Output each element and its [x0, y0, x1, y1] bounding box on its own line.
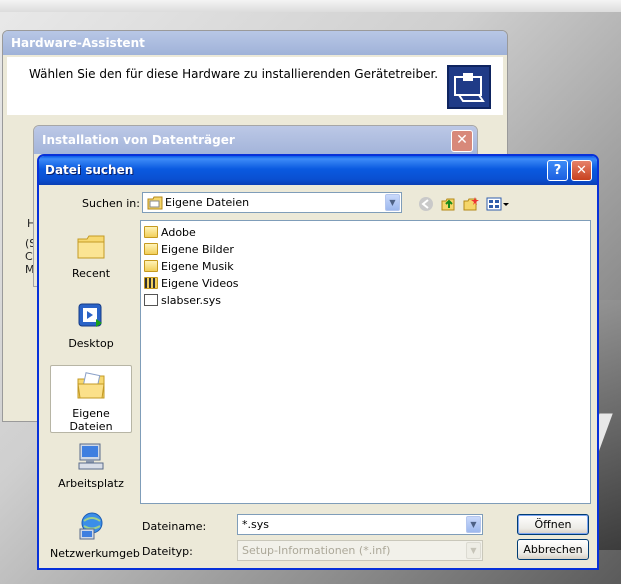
place-my-documents[interactable]: Eigene Dateien — [50, 365, 132, 433]
filename-combobox[interactable]: *.sys ▼ — [237, 514, 483, 535]
place-label: Eigene Dateien — [69, 407, 113, 433]
chevron-down-icon[interactable]: ▼ — [385, 194, 400, 211]
hardware-icon — [447, 65, 491, 109]
file-name: Eigene Musik — [161, 260, 234, 273]
look-in-label: Suchen in: — [82, 197, 140, 210]
places-bar: Recent Desktop Eigene Dateien Arbeitspla… — [45, 221, 140, 565]
file-dialog-title: Datei suchen — [45, 163, 134, 177]
back-icon[interactable] — [417, 196, 435, 212]
file-open-dialog: Datei suchen ? ✕ Suchen in: Eigene Datei… — [37, 154, 599, 570]
filename-label: Dateiname: — [142, 520, 207, 533]
place-label: Recent — [71, 267, 111, 280]
place-network[interactable]: Netzwerkumgeb — [50, 511, 140, 568]
chevron-down-icon[interactable]: ▼ — [466, 542, 481, 559]
list-item[interactable]: Eigene Musik — [144, 259, 234, 275]
place-label: Arbeitsplatz — [58, 477, 124, 490]
filetype-combobox[interactable]: Setup-Informationen (*.inf) ▼ — [237, 540, 483, 561]
hardware-assistant-header-text: Wählen Sie den für diese Hardware zu ins… — [29, 67, 439, 81]
hardware-assistant-header: Wählen Sie den für diese Hardware zu ins… — [7, 57, 503, 115]
list-item[interactable]: Eigene Videos — [144, 276, 239, 292]
desktop-taskbar-area — [0, 0, 621, 12]
list-item[interactable]: slabser.sys — [144, 293, 221, 309]
my-documents-icon — [77, 372, 105, 399]
look-in-value: Eigene Dateien — [165, 196, 250, 209]
folder-icon — [144, 226, 158, 238]
filename-value: *.sys — [242, 518, 269, 531]
videos-folder-icon — [144, 277, 158, 289]
place-my-computer[interactable]: Arbeitsplatz — [50, 441, 132, 499]
view-menu-icon[interactable] — [486, 196, 510, 212]
place-desktop[interactable]: Desktop — [50, 301, 132, 359]
look-in-combobox[interactable]: Eigene Dateien ▼ — [142, 192, 402, 213]
up-one-level-icon[interactable] — [439, 196, 457, 212]
place-label: Desktop — [68, 337, 114, 350]
list-item[interactable]: Eigene Bilder — [144, 242, 234, 258]
chevron-down-icon[interactable]: ▼ — [466, 516, 481, 533]
install-from-disk-titlebar[interactable]: Installation von Datenträger — [34, 126, 477, 154]
install-from-disk-title: Installation von Datenträger — [42, 133, 235, 147]
desktop-icon — [78, 303, 102, 327]
close-button[interactable]: ✕ — [571, 160, 592, 181]
file-name: Adobe — [161, 226, 196, 239]
place-label: Netzwerkumgeb — [50, 547, 140, 560]
recent-folder-icon — [77, 235, 105, 259]
install-from-disk-close-button[interactable]: ✕ — [451, 130, 473, 152]
hardware-assistant-titlebar[interactable]: Hardware-Assistent — [3, 31, 507, 55]
help-button[interactable]: ? — [547, 160, 568, 181]
list-item[interactable]: Adobe — [144, 225, 196, 241]
place-recent[interactable]: Recent — [50, 231, 132, 289]
file-list[interactable]: Adobe Eigene Bilder Eigene Musik Eigene … — [140, 220, 591, 504]
my-computer-icon — [78, 443, 104, 470]
file-name: slabser.sys — [161, 294, 221, 307]
new-folder-icon[interactable] — [462, 196, 480, 212]
my-documents-small-icon — [147, 196, 163, 210]
file-name: Eigene Videos — [161, 277, 239, 290]
hardware-assistant-title: Hardware-Assistent — [11, 36, 145, 50]
filetype-label: Dateityp: — [142, 545, 193, 558]
pictures-folder-icon — [144, 243, 158, 255]
filetype-value: Setup-Informationen (*.inf) — [242, 544, 391, 557]
cancel-button[interactable]: Abbrechen — [517, 539, 589, 560]
file-name: Eigene Bilder — [161, 243, 234, 256]
music-folder-icon — [144, 260, 158, 272]
file-dialog-titlebar[interactable]: Datei suchen ? ✕ — [39, 156, 597, 185]
open-button[interactable]: Öffnen — [517, 514, 589, 535]
network-icon — [79, 512, 103, 540]
system-file-icon — [144, 294, 158, 306]
